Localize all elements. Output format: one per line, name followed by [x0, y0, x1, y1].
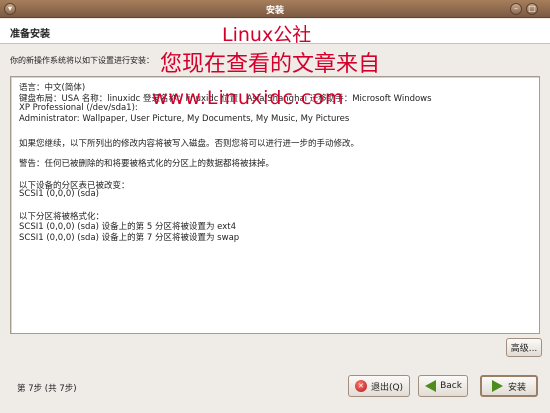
page-title: 准备安装	[10, 29, 50, 40]
summary-line: Administrator: Wallpaper, User Picture, …	[19, 114, 350, 124]
quit-button-label: 退出(Q)	[370, 382, 404, 393]
watermark-line: Linux公社	[222, 24, 312, 46]
quit-button[interactable]: ✕ 退出(Q)	[348, 375, 410, 397]
summary-line: 警告：任何已被删除的和将要被格式化的分区上的数据都将被抹掉。	[19, 159, 275, 169]
back-button[interactable]: Back	[418, 375, 468, 397]
back-button-label: Back	[440, 381, 462, 391]
summary-line: SCSI1 (0,0,0) (sda)	[19, 189, 99, 199]
summary-line: SCSI1 (0,0,0) (sda) 设备上的第 7 分区将被设置为 swap	[19, 233, 240, 243]
install-button[interactable]: 安装	[480, 375, 538, 397]
step-indicator: 第 7步 (共 7步)	[17, 384, 77, 394]
intro-text: 你的新操作系统将以如下设置进行安装：	[10, 56, 154, 65]
minimize-icon[interactable]: –	[510, 3, 522, 15]
install-button-label: 安装	[507, 382, 526, 393]
window-title: 安装	[265, 6, 284, 16]
quit-icon: ✕	[354, 380, 367, 392]
window-titlebar[interactable]: ▾ 安装 – □	[0, 0, 550, 18]
forward-arrow-icon	[491, 380, 504, 392]
advanced-button-label: 高级...	[510, 344, 538, 354]
summary-line: XP Professional (/dev/sda1):	[19, 103, 138, 113]
watermark-line: 您现在查看的文章来自	[160, 52, 381, 77]
maximize-icon[interactable]: □	[526, 3, 538, 15]
install-summary-box: 语言：中文(简体) 键盘布局：USA 名称：linuxidc 登录名称：linu…	[10, 76, 540, 334]
back-arrow-icon	[424, 380, 437, 392]
advanced-button[interactable]: 高级...	[506, 338, 542, 357]
summary-line: 如果您继续，以下所列出的修改内容将被写入磁盘。否则您将可以进行进一步的手动修改。	[19, 139, 360, 149]
watermark-line: www.Linuxidc.com	[152, 87, 345, 109]
